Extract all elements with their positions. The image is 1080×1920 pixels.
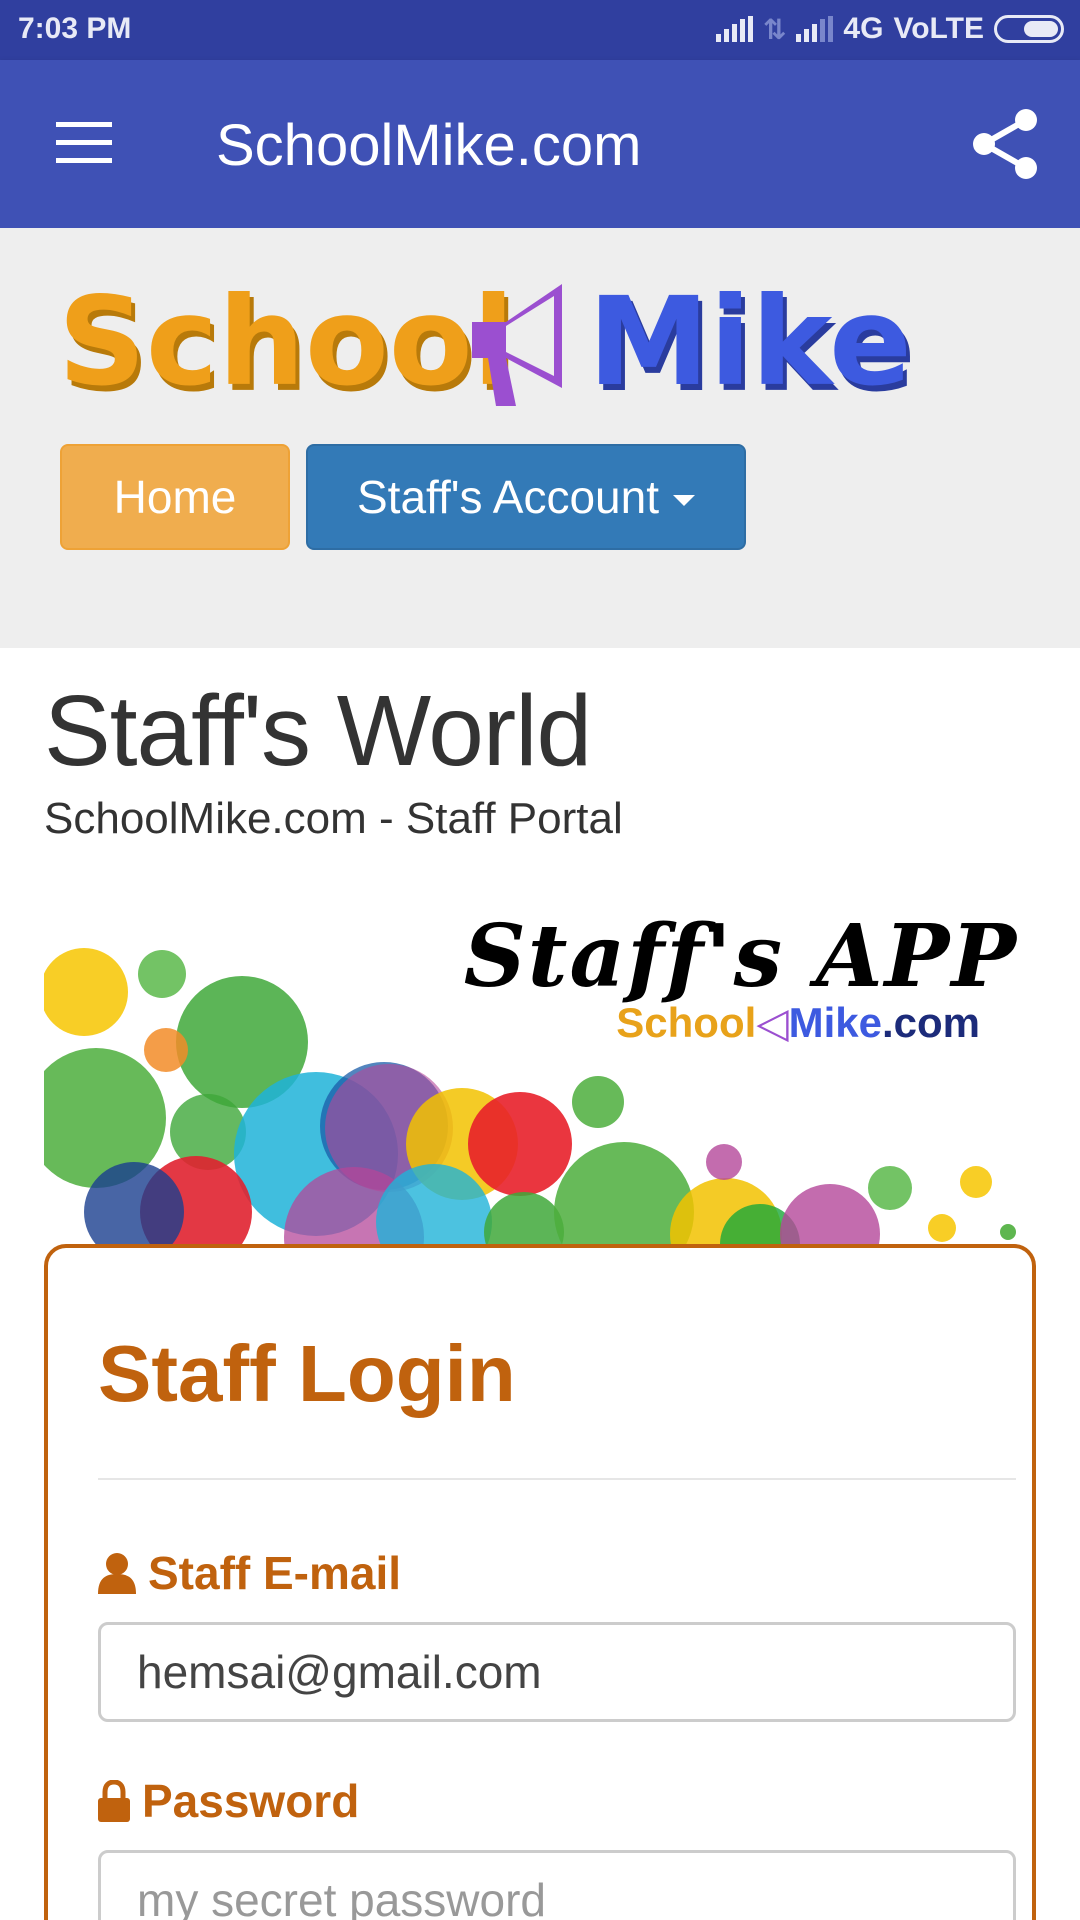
svg-text:School: School xyxy=(58,272,515,412)
site-header: School School Mike Mike Home Staff's Acc… xyxy=(0,228,1080,648)
megaphone-icon: ◁ xyxy=(756,999,789,1046)
battery-icon xyxy=(994,15,1064,43)
status-bar: 7:03 PM ⇅ 4G VoLTE xyxy=(0,0,1080,60)
login-title: Staff Login xyxy=(98,1329,516,1418)
signal-icon xyxy=(715,16,753,42)
menu-icon[interactable] xyxy=(56,122,112,164)
network-type: 4G xyxy=(843,12,884,45)
staff-account-dropdown[interactable]: Staff's Account xyxy=(306,444,746,550)
banner-brand-school: School xyxy=(616,999,757,1046)
share-icon[interactable] xyxy=(966,104,1046,184)
svg-text:Mike: Mike xyxy=(588,272,912,412)
schoolmike-logo: School School Mike Mike xyxy=(58,272,916,412)
volte-indicator: VoLTE xyxy=(893,12,984,45)
lock-icon xyxy=(98,1780,130,1822)
banner-brand: School◁Mike.com xyxy=(616,998,980,1047)
email-label: Staff E-mail xyxy=(98,1546,401,1600)
staff-account-label: Staff's Account xyxy=(356,471,659,523)
banner-brand-mike: Mike xyxy=(788,999,882,1046)
signal-icon-2 xyxy=(796,16,834,42)
staff-login-card: Staff Login Staff E-mail Password xyxy=(44,1244,1036,1920)
app-title: SchoolMike.com xyxy=(216,113,642,178)
page-title: Staff's World xyxy=(44,675,592,787)
staff-app-banner: Staff's APP School◁Mike.com xyxy=(44,882,1034,1244)
password-field[interactable] xyxy=(98,1850,1016,1920)
caret-down-icon xyxy=(673,494,695,506)
user-icon xyxy=(98,1553,136,1594)
password-label-text: Password xyxy=(142,1775,360,1827)
data-transfer-icon: ⇅ xyxy=(762,13,787,45)
home-button[interactable]: Home xyxy=(60,444,290,550)
page-subtitle: SchoolMike.com - Staff Portal xyxy=(44,794,623,843)
banner-title: Staff's APP xyxy=(463,906,1018,1007)
status-icons: ⇅ 4G VoLTE xyxy=(715,12,1064,46)
email-label-text: Staff E-mail xyxy=(148,1547,402,1599)
banner-brand-domain: .com xyxy=(881,999,980,1046)
home-button-label: Home xyxy=(113,471,237,523)
app-bar: SchoolMike.com xyxy=(0,60,1080,228)
status-time: 7:03 PM xyxy=(18,12,132,45)
email-field[interactable] xyxy=(98,1622,1016,1722)
divider xyxy=(98,1478,1016,1480)
password-label: Password xyxy=(98,1774,359,1828)
